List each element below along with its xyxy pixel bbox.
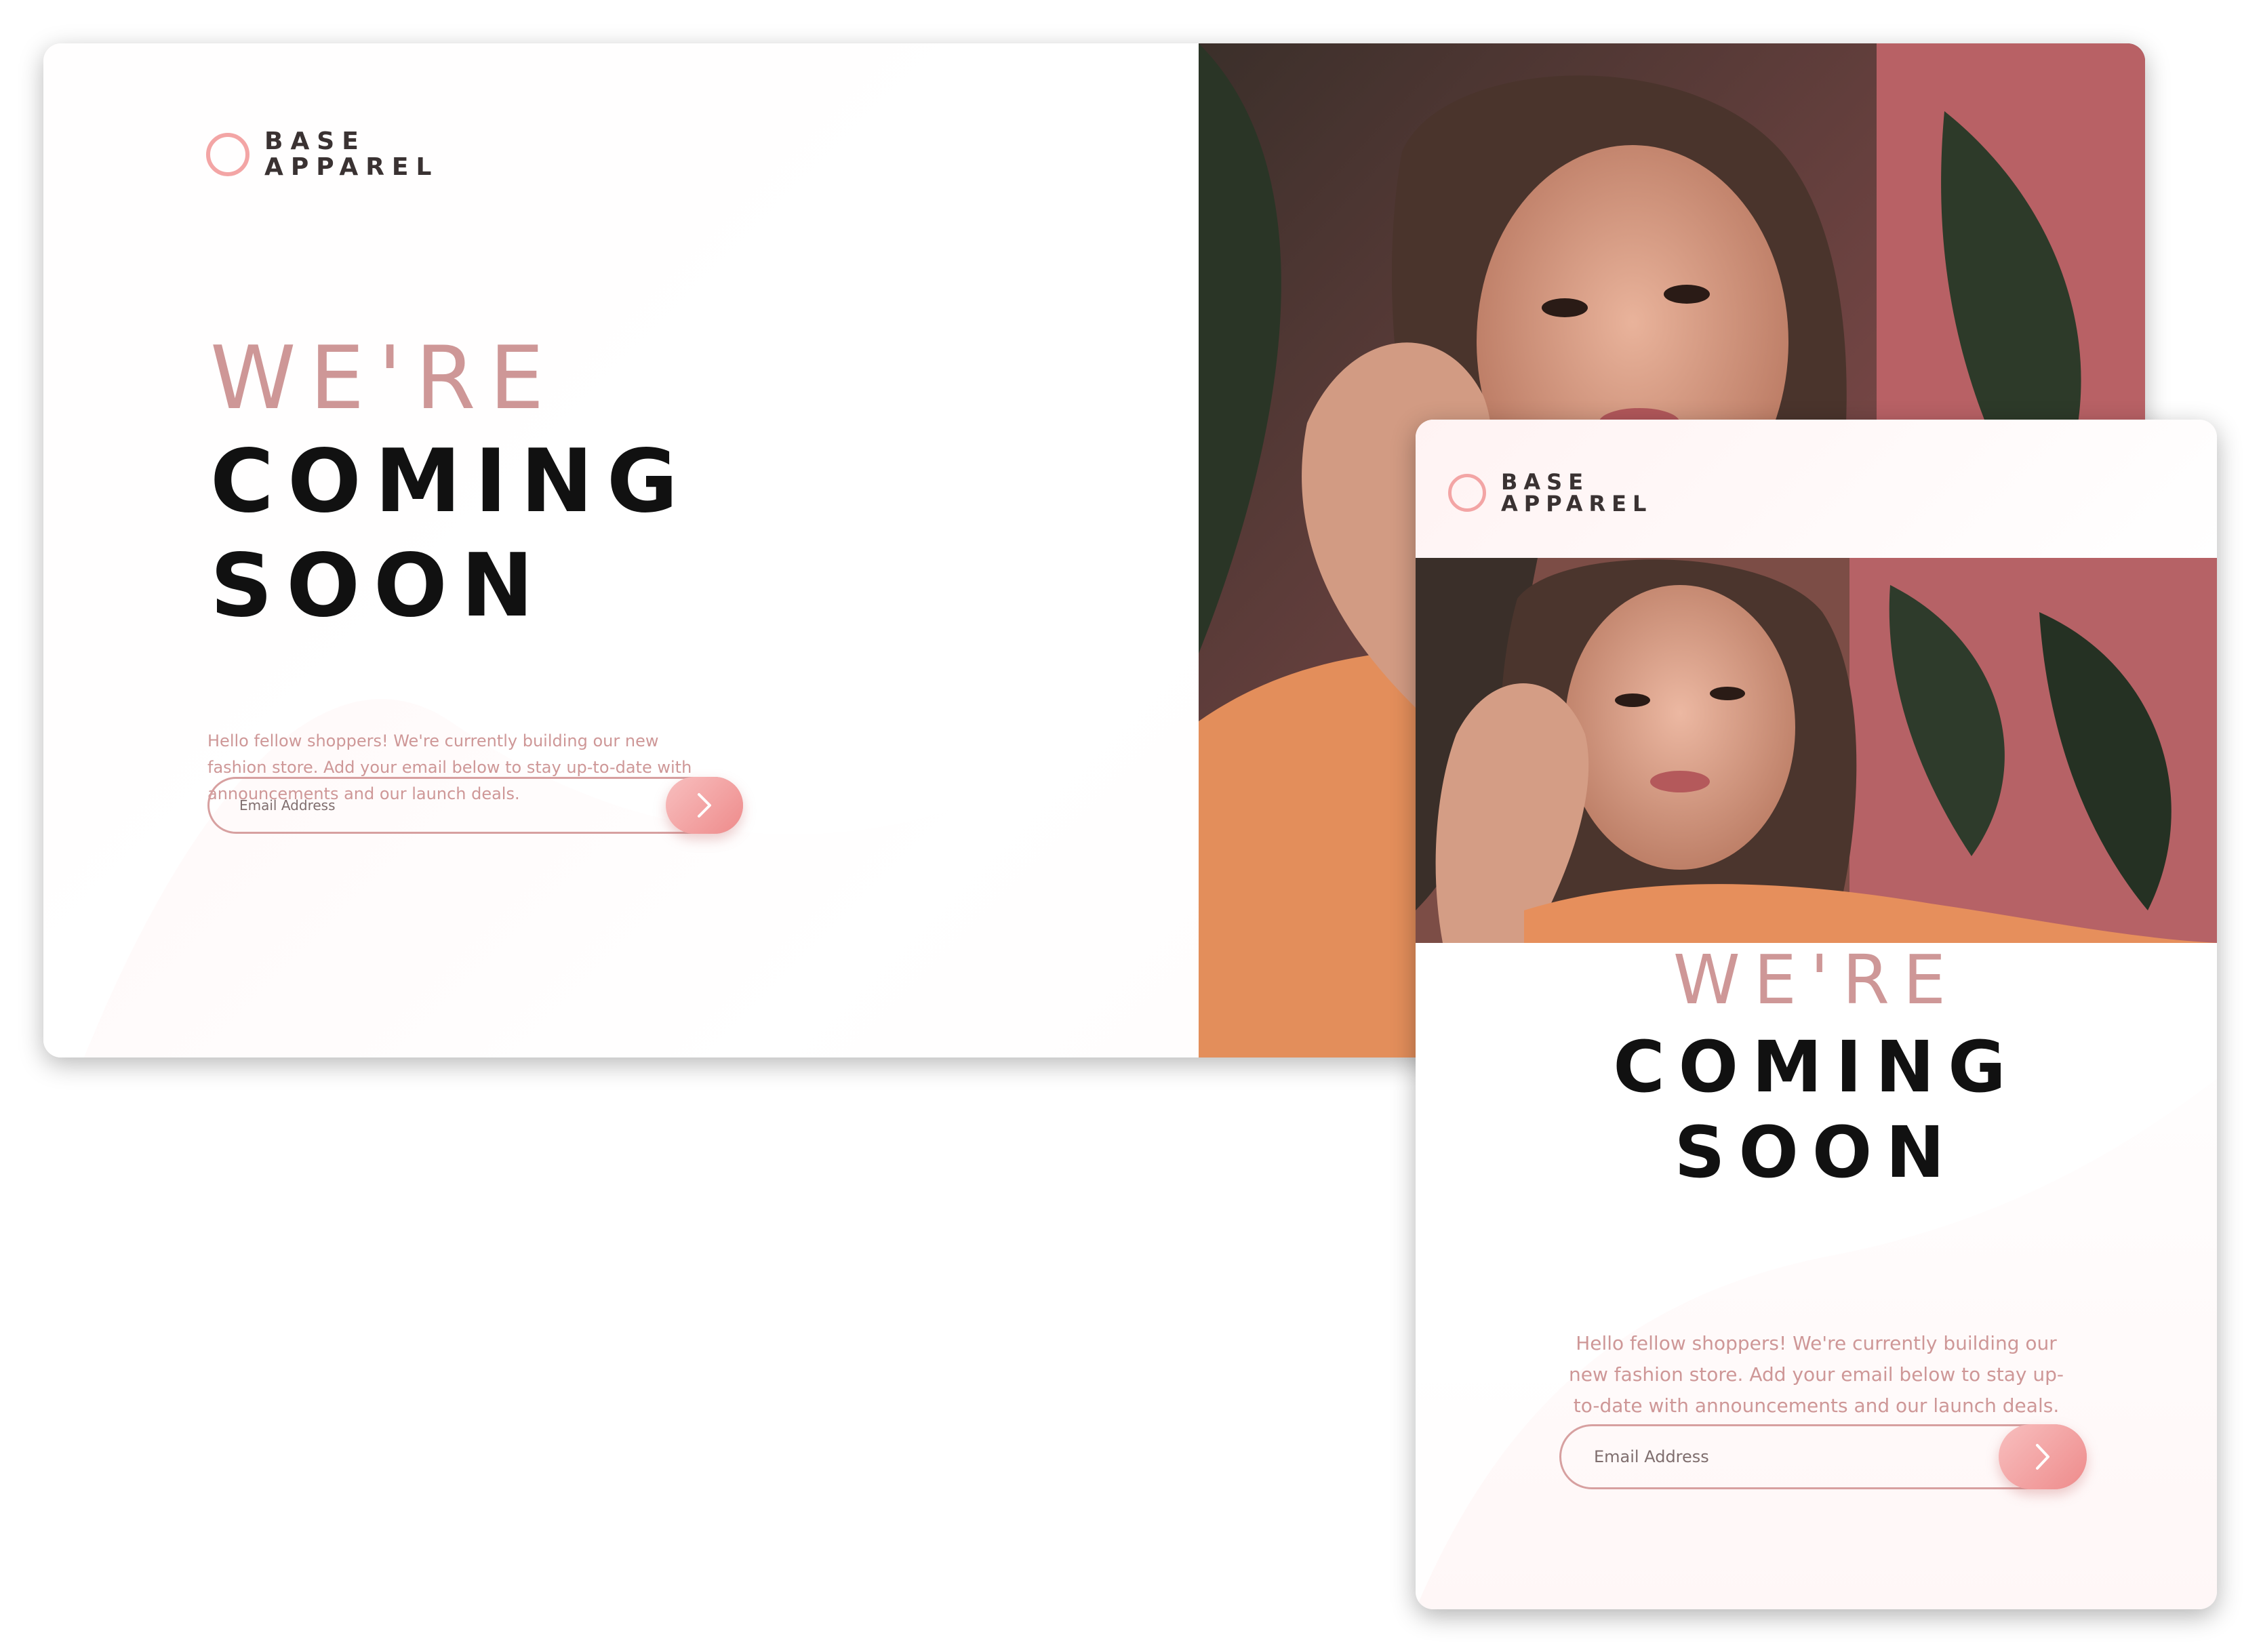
submit-button[interactable] [666,777,743,834]
logo-ring-icon [1448,474,1486,512]
logo-line-1: BASE [264,127,366,155]
email-placeholder: Email Address [239,797,336,813]
logo-line-2: APPAREL [264,153,439,181]
email-form: Email Address [207,777,743,834]
mobile-header: BASE APPAREL [1416,420,2217,558]
mobile-hero-heading: WE'RE COMING SOON [1416,936,2217,1195]
mobile-preview: BASE APPAREL WE'RE COMING SOON Hello fel… [1416,420,2217,1609]
mobile-email-form: Email Address [1559,1424,2087,1489]
logo[interactable]: BASE APPAREL [206,129,439,180]
logo-wordmark: BASE APPAREL [1501,471,1652,515]
mobile-hero-photo [1416,558,2217,943]
hero-line-3: SOON [1674,1111,1959,1194]
chevron-right-icon [2036,1444,2049,1470]
hero-heading: WE'RE COMING SOON [210,328,692,639]
hero-line-2: COMING [210,431,692,532]
hero-line-3: SOON [210,536,547,637]
submit-button[interactable] [1999,1424,2087,1489]
mobile-hero-photo-image [1416,558,2217,943]
logo-line-1: BASE [1501,469,1590,495]
hero-line-2: COMING [1613,1026,2020,1108]
email-placeholder: Email Address [1594,1447,1709,1466]
logo-ring-icon [206,133,249,176]
mobile-hero-description: Hello fellow shoppers! We're currently b… [1569,1332,2064,1417]
logo-line-2: APPAREL [1501,491,1653,517]
logo-wordmark: BASE APPAREL [264,129,439,180]
mobile-logo[interactable]: BASE APPAREL [1448,471,1652,515]
hero-line-1: WE'RE [1673,940,1960,1020]
email-input[interactable]: Email Address [207,777,743,834]
hero-line-1: WE'RE [210,328,558,429]
desktop-content: BASE APPAREL WE'RE COMING SOON Hello fel… [43,43,1199,1057]
chevron-right-icon [698,793,711,818]
